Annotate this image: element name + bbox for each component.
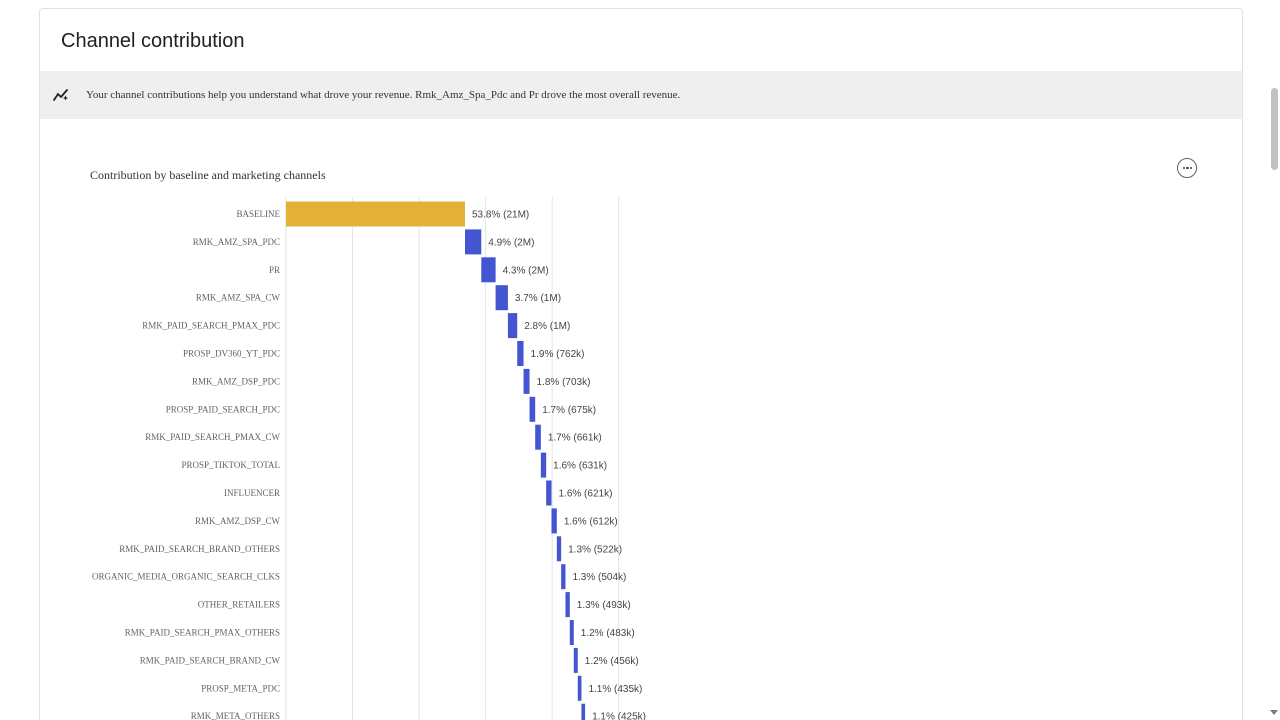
more-horizontal-icon-dot	[1189, 167, 1193, 170]
category-label: PROSP_META_PDC	[201, 683, 280, 693]
category-label: PROSP_DV360_YT_PDC	[183, 349, 280, 359]
bar-channel[interactable]	[464, 229, 482, 255]
more-horizontal-icon-dot	[1186, 167, 1189, 170]
bar-channel[interactable]	[556, 536, 562, 562]
bar-channel[interactable]	[529, 396, 536, 422]
bar-channel[interactable]	[535, 424, 541, 450]
value-label: 53.8% (21M)	[472, 210, 529, 221]
bar-channel[interactable]	[481, 257, 496, 283]
value-label: 1.1% (425k)	[592, 712, 646, 720]
category-label: PR	[269, 265, 280, 275]
card-title: Channel contribution	[61, 30, 245, 52]
value-label: 1.2% (483k)	[581, 628, 635, 639]
category-label: RMK_PAID_SEARCH_PMAX_OTHERS	[125, 628, 280, 638]
bar-channel[interactable]	[569, 620, 574, 645]
value-label: 1.1% (435k)	[588, 684, 642, 695]
value-label: 1.6% (621k)	[558, 489, 612, 500]
scrollbar-thumb[interactable]	[1271, 88, 1278, 170]
value-label: 1.6% (612k)	[564, 516, 618, 527]
category-label: RMK_AMZ_DSP_CW	[195, 516, 281, 526]
bar-channel[interactable]	[561, 564, 566, 590]
category-label: OTHER_RETAILERS	[198, 600, 280, 610]
more-horizontal-icon	[1182, 167, 1185, 170]
category-label: RMK_PAID_SEARCH_PMAX_CW	[145, 432, 280, 442]
bar-baseline[interactable]	[286, 201, 465, 227]
value-label: 1.7% (675k)	[542, 405, 596, 416]
category-label: RMK_AMZ_SPA_CW	[196, 293, 281, 303]
bar-channel[interactable]	[507, 313, 518, 339]
vertical-scrollbar[interactable]	[1268, 0, 1280, 720]
value-label: 1.6% (631k)	[553, 461, 607, 472]
value-label: 1.3% (504k)	[572, 572, 626, 583]
chart-title: Contribution by baseline and marketing c…	[90, 168, 326, 182]
channel-contribution-card: Channel contribution Your channel contri…	[39, 8, 1243, 720]
value-label: 1.9% (762k)	[531, 349, 585, 360]
value-label: 1.7% (661k)	[548, 433, 602, 444]
insight-text: Your channel contributions help you unde…	[86, 89, 681, 101]
scroll-down-arrow-icon[interactable]	[1270, 710, 1278, 715]
bar-channel[interactable]	[495, 285, 508, 311]
bar-channel[interactable]	[577, 675, 582, 701]
value-label: 1.3% (522k)	[568, 544, 622, 555]
page: Channel contribution Your channel contri…	[0, 0, 1280, 720]
value-label: 4.3% (2M)	[503, 265, 549, 276]
value-label: 1.3% (493k)	[577, 600, 631, 611]
bar-channel[interactable]	[565, 592, 570, 618]
category-label: BASELINE	[237, 209, 281, 219]
bar-channel[interactable]	[551, 508, 557, 534]
category-label: RMK_PAID_SEARCH_BRAND_OTHERS	[119, 544, 280, 554]
category-label: PROSP_TIKTOK_TOTAL	[182, 460, 280, 470]
value-label: 1.2% (456k)	[585, 656, 639, 667]
trending-sparkle-icon	[53, 89, 68, 101]
category-label: INFLUENCER	[224, 488, 280, 498]
category-label: RMK_AMZ_SPA_PDC	[193, 237, 280, 247]
category-label: ORGANIC_MEDIA_ORGANIC_SEARCH_CLKS	[92, 572, 280, 582]
value-label: 4.9% (2M)	[488, 237, 534, 248]
bar-channel[interactable]	[523, 368, 530, 394]
bar-channel[interactable]	[573, 647, 578, 673]
value-label: 3.7% (1M)	[515, 293, 561, 304]
bar-channel[interactable]	[517, 341, 524, 366]
category-label: RMK_PAID_SEARCH_PMAX_PDC	[142, 321, 280, 331]
category-label: RMK_META_OTHERS	[191, 711, 280, 720]
bar-channel[interactable]	[546, 480, 552, 506]
category-label: RMK_PAID_SEARCH_BRAND_CW	[140, 655, 281, 665]
more-options-button[interactable]	[1177, 158, 1197, 178]
insight-banner: Your channel contributions help you unde…	[40, 71, 1242, 119]
contribution-waterfall-chart: BASELINE 53.8% (21M) RMK_AMZ_SPA_PDC 4.9% (…	[92, 197, 646, 720]
category-label: PROSP_PAID_SEARCH_PDC	[166, 404, 280, 414]
category-label: RMK_AMZ_DSP_PDC	[192, 376, 280, 386]
value-label: 1.8% (703k)	[537, 377, 591, 388]
bar-channel[interactable]	[581, 703, 586, 720]
bar-channel[interactable]	[540, 452, 547, 478]
value-label: 2.8% (1M)	[524, 321, 570, 332]
